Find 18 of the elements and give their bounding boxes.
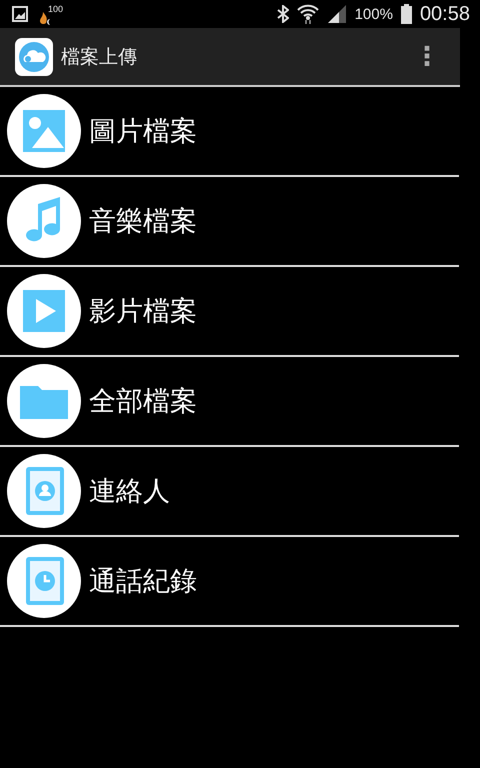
file-category-item[interactable]: 影片檔案 [0,267,459,357]
battery-icon [400,4,412,24]
bluetooth-icon [276,5,289,23]
battery-percent: 100% [354,6,393,22]
app-title: 檔案上傳 [61,44,138,70]
app-logo [15,38,53,76]
file-category-item[interactable]: 通話紀錄 [0,537,459,627]
file-category-item[interactable]: 圖片檔案 [0,87,459,177]
file-category-item[interactable]: 全部檔案 [0,357,459,447]
wifi-icon [296,4,319,24]
gallery-notification-icon [12,6,28,22]
signal-icon [326,5,347,23]
file-category-item[interactable]: 音樂檔案 [0,177,459,267]
clock: 00:58 [420,2,470,26]
file-category-item[interactable]: 連絡人 [0,447,459,537]
overflow-menu-button[interactable]: ⋮ [394,42,460,72]
notification-count: 100 [48,4,64,14]
flame-moon-icon [38,10,52,26]
